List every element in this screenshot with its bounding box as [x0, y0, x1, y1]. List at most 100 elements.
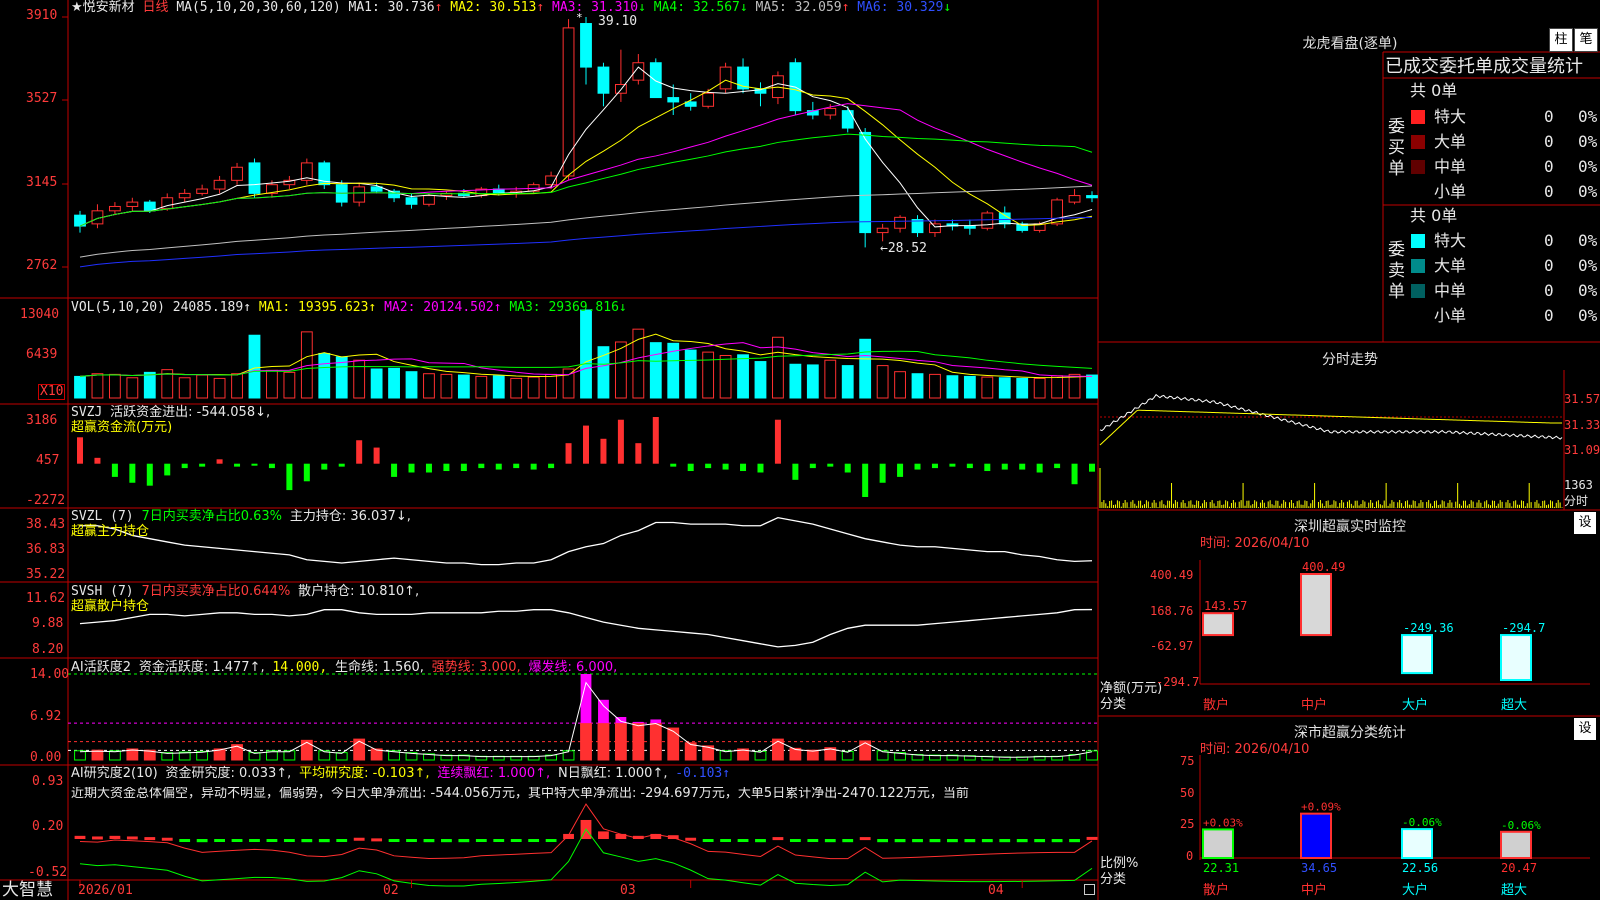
monitor-value-label: -294.7	[1502, 621, 1545, 635]
ai-research-label: AI研究度2(10)	[71, 766, 158, 781]
monitor-bar	[1500, 634, 1532, 682]
vol-bar	[74, 375, 86, 399]
vol-unit-badge: X10	[38, 384, 66, 400]
ai-research-tick-2: -0.52	[28, 865, 68, 880]
ai-research-bar	[1086, 836, 1098, 840]
buy-row-count: 0	[1544, 157, 1554, 176]
vol-bar	[1016, 377, 1029, 399]
ai-research-bar	[179, 839, 191, 843]
svzj-bar	[774, 419, 781, 464]
lock-icon[interactable]	[1084, 884, 1095, 895]
sell-total: 共 0单	[1410, 206, 1458, 225]
ai-active-bar	[580, 722, 592, 761]
sell-row-pct: 0%	[1578, 256, 1598, 275]
monitor-bar	[1401, 634, 1433, 675]
buy-row-count: 0	[1544, 132, 1554, 151]
ai-research-bar	[789, 839, 801, 843]
candle-body	[876, 227, 889, 234]
ai-research-bar	[755, 839, 766, 843]
svzj-bar	[914, 463, 921, 470]
ai-research-bar	[824, 839, 836, 843]
monitor-value-label: 400.49	[1302, 560, 1345, 574]
svzj-bar	[164, 463, 171, 476]
svzj-bar	[530, 463, 537, 470]
buy-row-label: 特大	[1434, 107, 1467, 126]
vol-bar	[423, 373, 435, 399]
vol-bar	[126, 377, 139, 399]
vol-bar	[248, 334, 261, 399]
ai-research-bar	[109, 835, 121, 840]
vol-ma1: MA1: 19395.623↑	[258, 300, 377, 315]
svzj-bar	[862, 463, 869, 497]
stats-time: 时间: 2026/04/10	[1200, 742, 1310, 757]
vol-bar	[702, 351, 715, 399]
ai-active-bar	[667, 727, 680, 761]
vol-ma3: MA3: 29369.816↓	[509, 300, 627, 315]
tabs-heading[interactable]: 已成交委托单成交量统计	[1385, 57, 1600, 77]
sell-row-pct: 0%	[1578, 281, 1598, 300]
stroke-mode-button[interactable]: 笔	[1574, 28, 1598, 52]
ai-research-bar	[353, 837, 365, 841]
buy-total: 共 0单	[1410, 81, 1458, 100]
candle-body	[1086, 195, 1098, 199]
ai-research-bar	[475, 839, 487, 843]
ai-research-bar	[92, 836, 103, 840]
monitor-settings-button[interactable]: 设	[1574, 512, 1596, 534]
vol-bar	[789, 363, 802, 399]
svzj-bar	[792, 463, 799, 480]
svzj-bar	[687, 463, 694, 472]
svzj-bar	[897, 463, 904, 477]
vol-bar	[91, 373, 104, 399]
ma5-value: MA5: 32.059	[755, 0, 842, 15]
sell-side-label: 委卖单	[1388, 240, 1405, 302]
column-mode-button[interactable]: 柱	[1549, 28, 1573, 52]
ai-research-bar	[458, 839, 470, 843]
svzj-bar	[77, 437, 83, 464]
stats-tick-3: 0	[1186, 849, 1194, 863]
intraday-tick-0: 31.57	[1564, 392, 1600, 406]
vol-bar	[806, 364, 819, 399]
svzj-bar	[94, 457, 101, 464]
candle-body	[894, 216, 906, 229]
ma2-value: MA2: 30.513	[450, 0, 537, 15]
buy-row-label: 大单	[1434, 132, 1467, 151]
stats-settings-button[interactable]: 设	[1574, 718, 1596, 740]
svzj-bar	[966, 463, 973, 469]
high-marker: 39.10	[598, 14, 638, 29]
ai-research-bar	[74, 835, 86, 840]
vol-bar	[457, 374, 470, 399]
ai-research-bar	[161, 837, 173, 841]
sell-row-swatch	[1411, 234, 1425, 248]
svzl-desc2: 主力持仓: 36.037↓,	[289, 509, 411, 524]
x-label-2: 03	[620, 883, 636, 898]
buy-row-count: 0	[1544, 107, 1554, 126]
sell-row-swatch	[1411, 259, 1425, 273]
candle-body	[614, 84, 627, 94]
buy-row-pct: 0%	[1578, 107, 1598, 126]
sell-row-pct: 0%	[1578, 306, 1598, 325]
stats-change-label: +0.09%	[1301, 801, 1341, 814]
svzj-bar	[391, 463, 398, 477]
ma-label: MA(5,10,20,30,60,120)	[176, 0, 341, 15]
candle-body	[824, 107, 837, 116]
svzj-bar	[199, 463, 206, 467]
svsh-desc2: 散户持仓: 10.810↑,	[298, 584, 420, 599]
svzj-bar	[268, 463, 275, 469]
ai-research-bar	[894, 839, 906, 843]
ai-research-bar	[283, 839, 295, 843]
svzj-bar	[443, 463, 450, 472]
vol-bar	[1086, 374, 1098, 399]
vol-bar	[911, 373, 924, 399]
ai-research-item-2: 连续飘红: 1.000↑,	[437, 766, 551, 781]
monitor-tick-0: 400.49	[1150, 568, 1194, 582]
monitor-category-label: 超大	[1501, 698, 1528, 713]
main-chart-canvas[interactable]: *143.57400.49-249.36 -294.7+0.03%22.31+0.…	[0, 0, 1600, 900]
vol-bar	[859, 338, 872, 399]
vol-bar	[388, 367, 400, 399]
svzj-bar	[111, 463, 118, 477]
monitor-xlabel: 分类	[1100, 697, 1127, 712]
stats-bar	[1500, 830, 1532, 859]
ai-research-bar	[772, 837, 784, 841]
vol-bar	[283, 371, 296, 399]
vol-bar	[649, 342, 662, 399]
